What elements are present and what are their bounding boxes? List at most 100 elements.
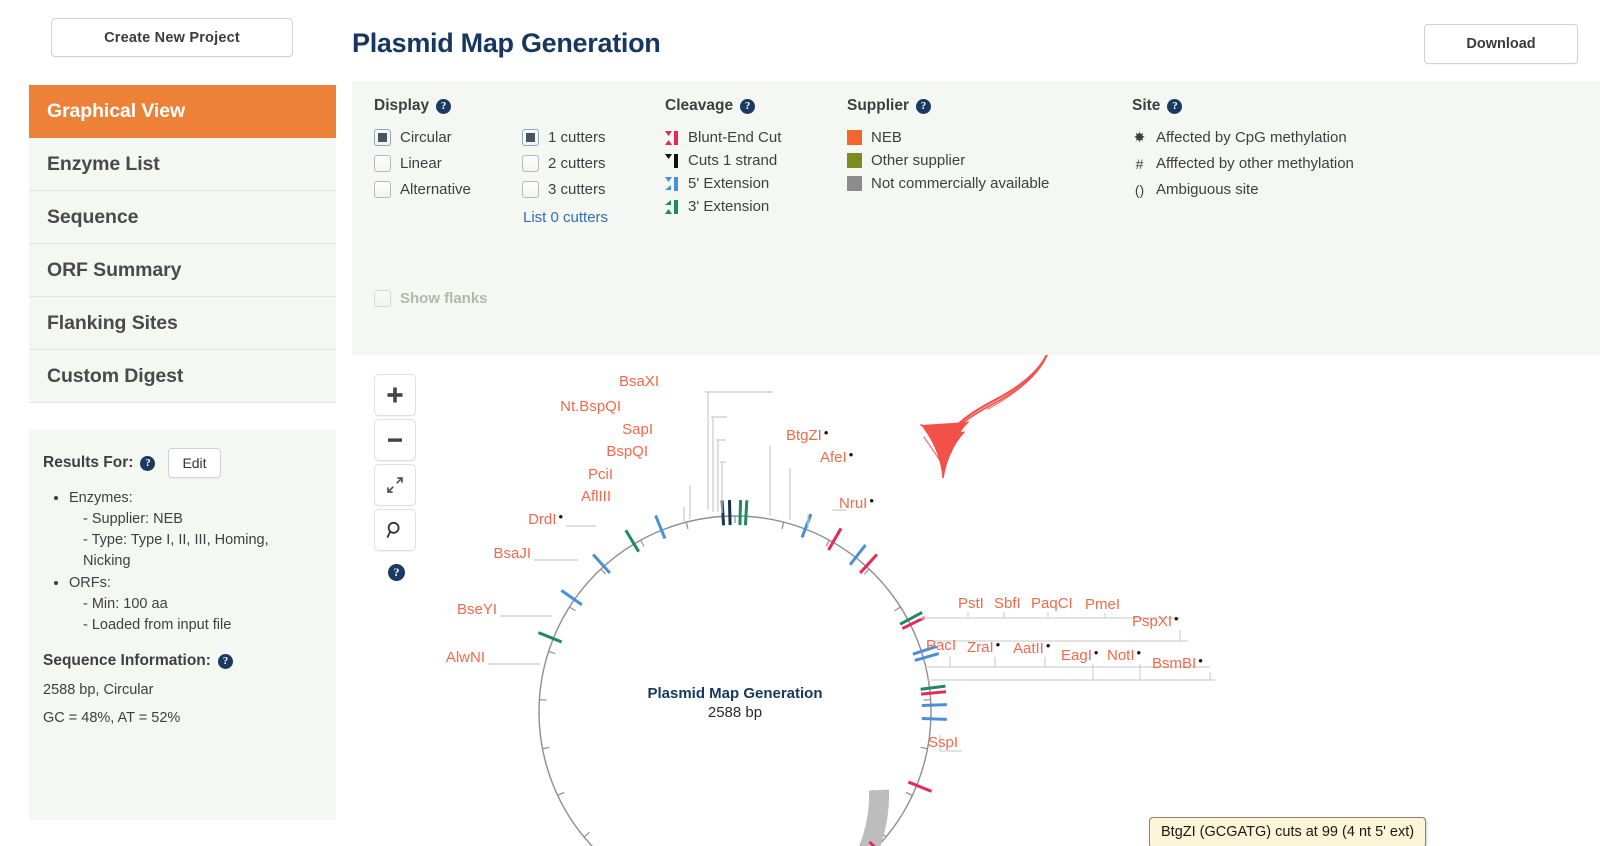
- enzyme-label-afei[interactable]: AfeI •: [820, 447, 854, 466]
- cleavage-legend-row: Blunt-End Cut: [665, 129, 845, 146]
- enzyme-label-bsaji[interactable]: BsaJI: [493, 545, 531, 562]
- enzyme-label-pspxi[interactable]: PspXI •: [1132, 611, 1179, 630]
- sequence-info-line: GC = 48%, AT = 52%: [43, 710, 181, 726]
- enzyme-label-text: BtgZI: [786, 427, 822, 444]
- enzyme-label-drdi[interactable]: DrdI •: [528, 509, 563, 528]
- enzyme-label-paci[interactable]: PacI: [926, 637, 956, 654]
- enzyme-label-pcii[interactable]: PciI: [588, 466, 613, 483]
- cleavage-legend-row: 3' Extension: [665, 198, 845, 215]
- list-cutters-link[interactable]: List 0 cutters: [523, 209, 652, 226]
- enzyme-label-nrui[interactable]: NruI •: [839, 493, 874, 512]
- sidebar-item-flanking-sites[interactable]: Flanking Sites: [29, 297, 336, 350]
- site-symbol-icon: (): [1134, 181, 1145, 198]
- enzyme-label-zrai[interactable]: ZraI •: [967, 637, 1001, 656]
- methylation-star-icon: •: [824, 425, 829, 440]
- enzyme-label-paqci[interactable]: PaqCI: [1031, 595, 1073, 612]
- help-icon[interactable]: ?: [916, 98, 932, 114]
- sequence-info-heading: Sequence Information: ?: [43, 652, 320, 670]
- checkbox-label: Alternative: [400, 181, 471, 198]
- checkbox-alternative[interactable]: [374, 181, 391, 198]
- enzyme-label-aatii[interactable]: AatII •: [1013, 638, 1051, 657]
- sidebar-item-label: ORF Summary: [47, 258, 182, 281]
- enzyme-label-text: NotI: [1107, 647, 1135, 664]
- create-new-project-button[interactable]: Create New Project: [51, 18, 293, 57]
- enzyme-label-btgzi[interactable]: BtgZI •: [786, 425, 829, 444]
- help-icon[interactable]: ?: [740, 98, 756, 114]
- site-legend-label: Afffected by other methylation: [1156, 155, 1354, 172]
- checkbox-2-cutters[interactable]: [522, 155, 539, 172]
- enzyme-label-psti[interactable]: PstI: [958, 595, 984, 612]
- checkbox-row[interactable]: 2 cutters: [522, 155, 652, 172]
- supplier-legend-row: Not commercially available: [847, 175, 1147, 192]
- sequence-info-line: 2588 bp, Circular: [43, 682, 154, 698]
- enzyme-label-sbfi[interactable]: SbfI: [994, 595, 1021, 612]
- show-flanks-row[interactable]: Show flanks: [374, 290, 664, 307]
- show-flanks-checkbox[interactable]: [374, 290, 391, 307]
- red-annotation-arrow: [920, 355, 1048, 479]
- checkbox-1-cutters[interactable]: [522, 129, 539, 146]
- enzyme-label-alwni[interactable]: AlwNI: [446, 649, 485, 666]
- cleavage-legend-label: Blunt-End Cut: [688, 129, 782, 146]
- cleavage-glyph-icon: [665, 176, 688, 192]
- methylation-star-icon: •: [558, 509, 563, 524]
- site-label: Site: [1132, 97, 1161, 114]
- display-shape-checkboxes: Circular Linear Alternative: [374, 129, 484, 226]
- enzyme-label-text: AfeI: [820, 449, 847, 466]
- enzyme-label-pmei[interactable]: PmeI: [1085, 596, 1120, 613]
- enzyme-label-afliii[interactable]: AflIII: [581, 488, 611, 505]
- enzyme-label-text: ZraI: [967, 639, 994, 656]
- enzyme-label-bspqi[interactable]: BspQI: [606, 443, 648, 460]
- results-sub-line: - Min: 100 aa: [83, 596, 168, 612]
- enzyme-label-sspi[interactable]: SspI: [928, 734, 958, 751]
- checkbox-row[interactable]: 3 cutters: [522, 181, 652, 198]
- help-icon[interactable]: ?: [436, 98, 452, 114]
- edit-button[interactable]: Edit: [168, 448, 221, 478]
- enzyme-label-bsaxi[interactable]: BsaXI: [619, 373, 659, 390]
- help-icon[interactable]: ?: [1167, 98, 1183, 114]
- enzyme-label-text: PmeI: [1085, 596, 1120, 613]
- download-button[interactable]: Download: [1424, 24, 1578, 64]
- cleavage-legend-row: 5' Extension: [665, 175, 845, 192]
- help-icon[interactable]: ?: [140, 455, 156, 471]
- sidebar-item-graphical-view[interactable]: Graphical View: [29, 85, 336, 138]
- checkbox-linear[interactable]: [374, 155, 391, 172]
- supplier-legend-row: NEB: [847, 129, 1147, 146]
- sidebar-item-enzyme-list[interactable]: Enzyme List: [29, 138, 336, 191]
- display-title: Display ?: [374, 97, 664, 115]
- page-title: Plasmid Map Generation: [352, 28, 661, 58]
- checkbox-row[interactable]: Circular: [374, 129, 484, 146]
- results-sub-line: - Type: Type I, II, III, Homing, Nicking: [83, 532, 269, 569]
- checkbox-3-cutters[interactable]: [522, 181, 539, 198]
- checkbox-label: 1 cutters: [548, 129, 606, 146]
- results-for-label: Results For:: [43, 454, 134, 471]
- site-legend-row: # Afffected by other methylation: [1132, 155, 1512, 172]
- sequence-info-label: Sequence Information:: [43, 652, 211, 669]
- help-icon[interactable]: ?: [217, 653, 233, 669]
- sidebar-item-orf-summary[interactable]: ORF Summary: [29, 244, 336, 297]
- checkbox-circular[interactable]: [374, 129, 391, 146]
- sidebar-item-label: Sequence: [47, 205, 139, 228]
- sidebar-item-sequence[interactable]: Sequence: [29, 191, 336, 244]
- sidebar-item-custom-digest[interactable]: Custom Digest: [29, 350, 336, 403]
- enzyme-label-noti[interactable]: NotI •: [1107, 645, 1142, 664]
- enzyme-label-text: AlwNI: [446, 649, 485, 666]
- plasmid-center-title: Plasmid Map Generation: [647, 685, 822, 702]
- checkbox-row[interactable]: Linear: [374, 155, 484, 172]
- sequence-info-lines: 2588 bp, Circular GC = 48%, AT = 52%: [43, 682, 320, 726]
- enzyme-label-bsmbi[interactable]: BsmBI •: [1152, 653, 1203, 672]
- site-legend-row: ✸ Affected by CpG methylation: [1132, 129, 1512, 146]
- methylation-star-icon: •: [1094, 645, 1099, 660]
- display-group: Display ? Circular Linear Alternative 1 cu…: [374, 97, 664, 316]
- enzyme-label-text: EagI: [1061, 647, 1092, 664]
- checkbox-row[interactable]: Alternative: [374, 181, 484, 198]
- enzyme-label-eagi[interactable]: EagI •: [1061, 645, 1099, 664]
- enzyme-label-bseyi[interactable]: BseYI: [457, 601, 497, 618]
- plasmid-map-svg[interactable]: BsaXI Nt.BspQISapI BspQI PciI AflIII DrdI • Bsa…: [352, 355, 1600, 846]
- enzyme-label-sapi[interactable]: SapI: [622, 421, 653, 438]
- checkbox-row[interactable]: 1 cutters: [522, 129, 652, 146]
- enzyme-label-nt.bspqi[interactable]: Nt.BspQI: [560, 398, 621, 415]
- supplier-label: Supplier: [847, 97, 910, 114]
- sidebar-item-label: Enzyme List: [47, 152, 160, 175]
- site-symbol-icon: #: [1135, 155, 1144, 172]
- methylation-star-icon: •: [1137, 645, 1142, 660]
